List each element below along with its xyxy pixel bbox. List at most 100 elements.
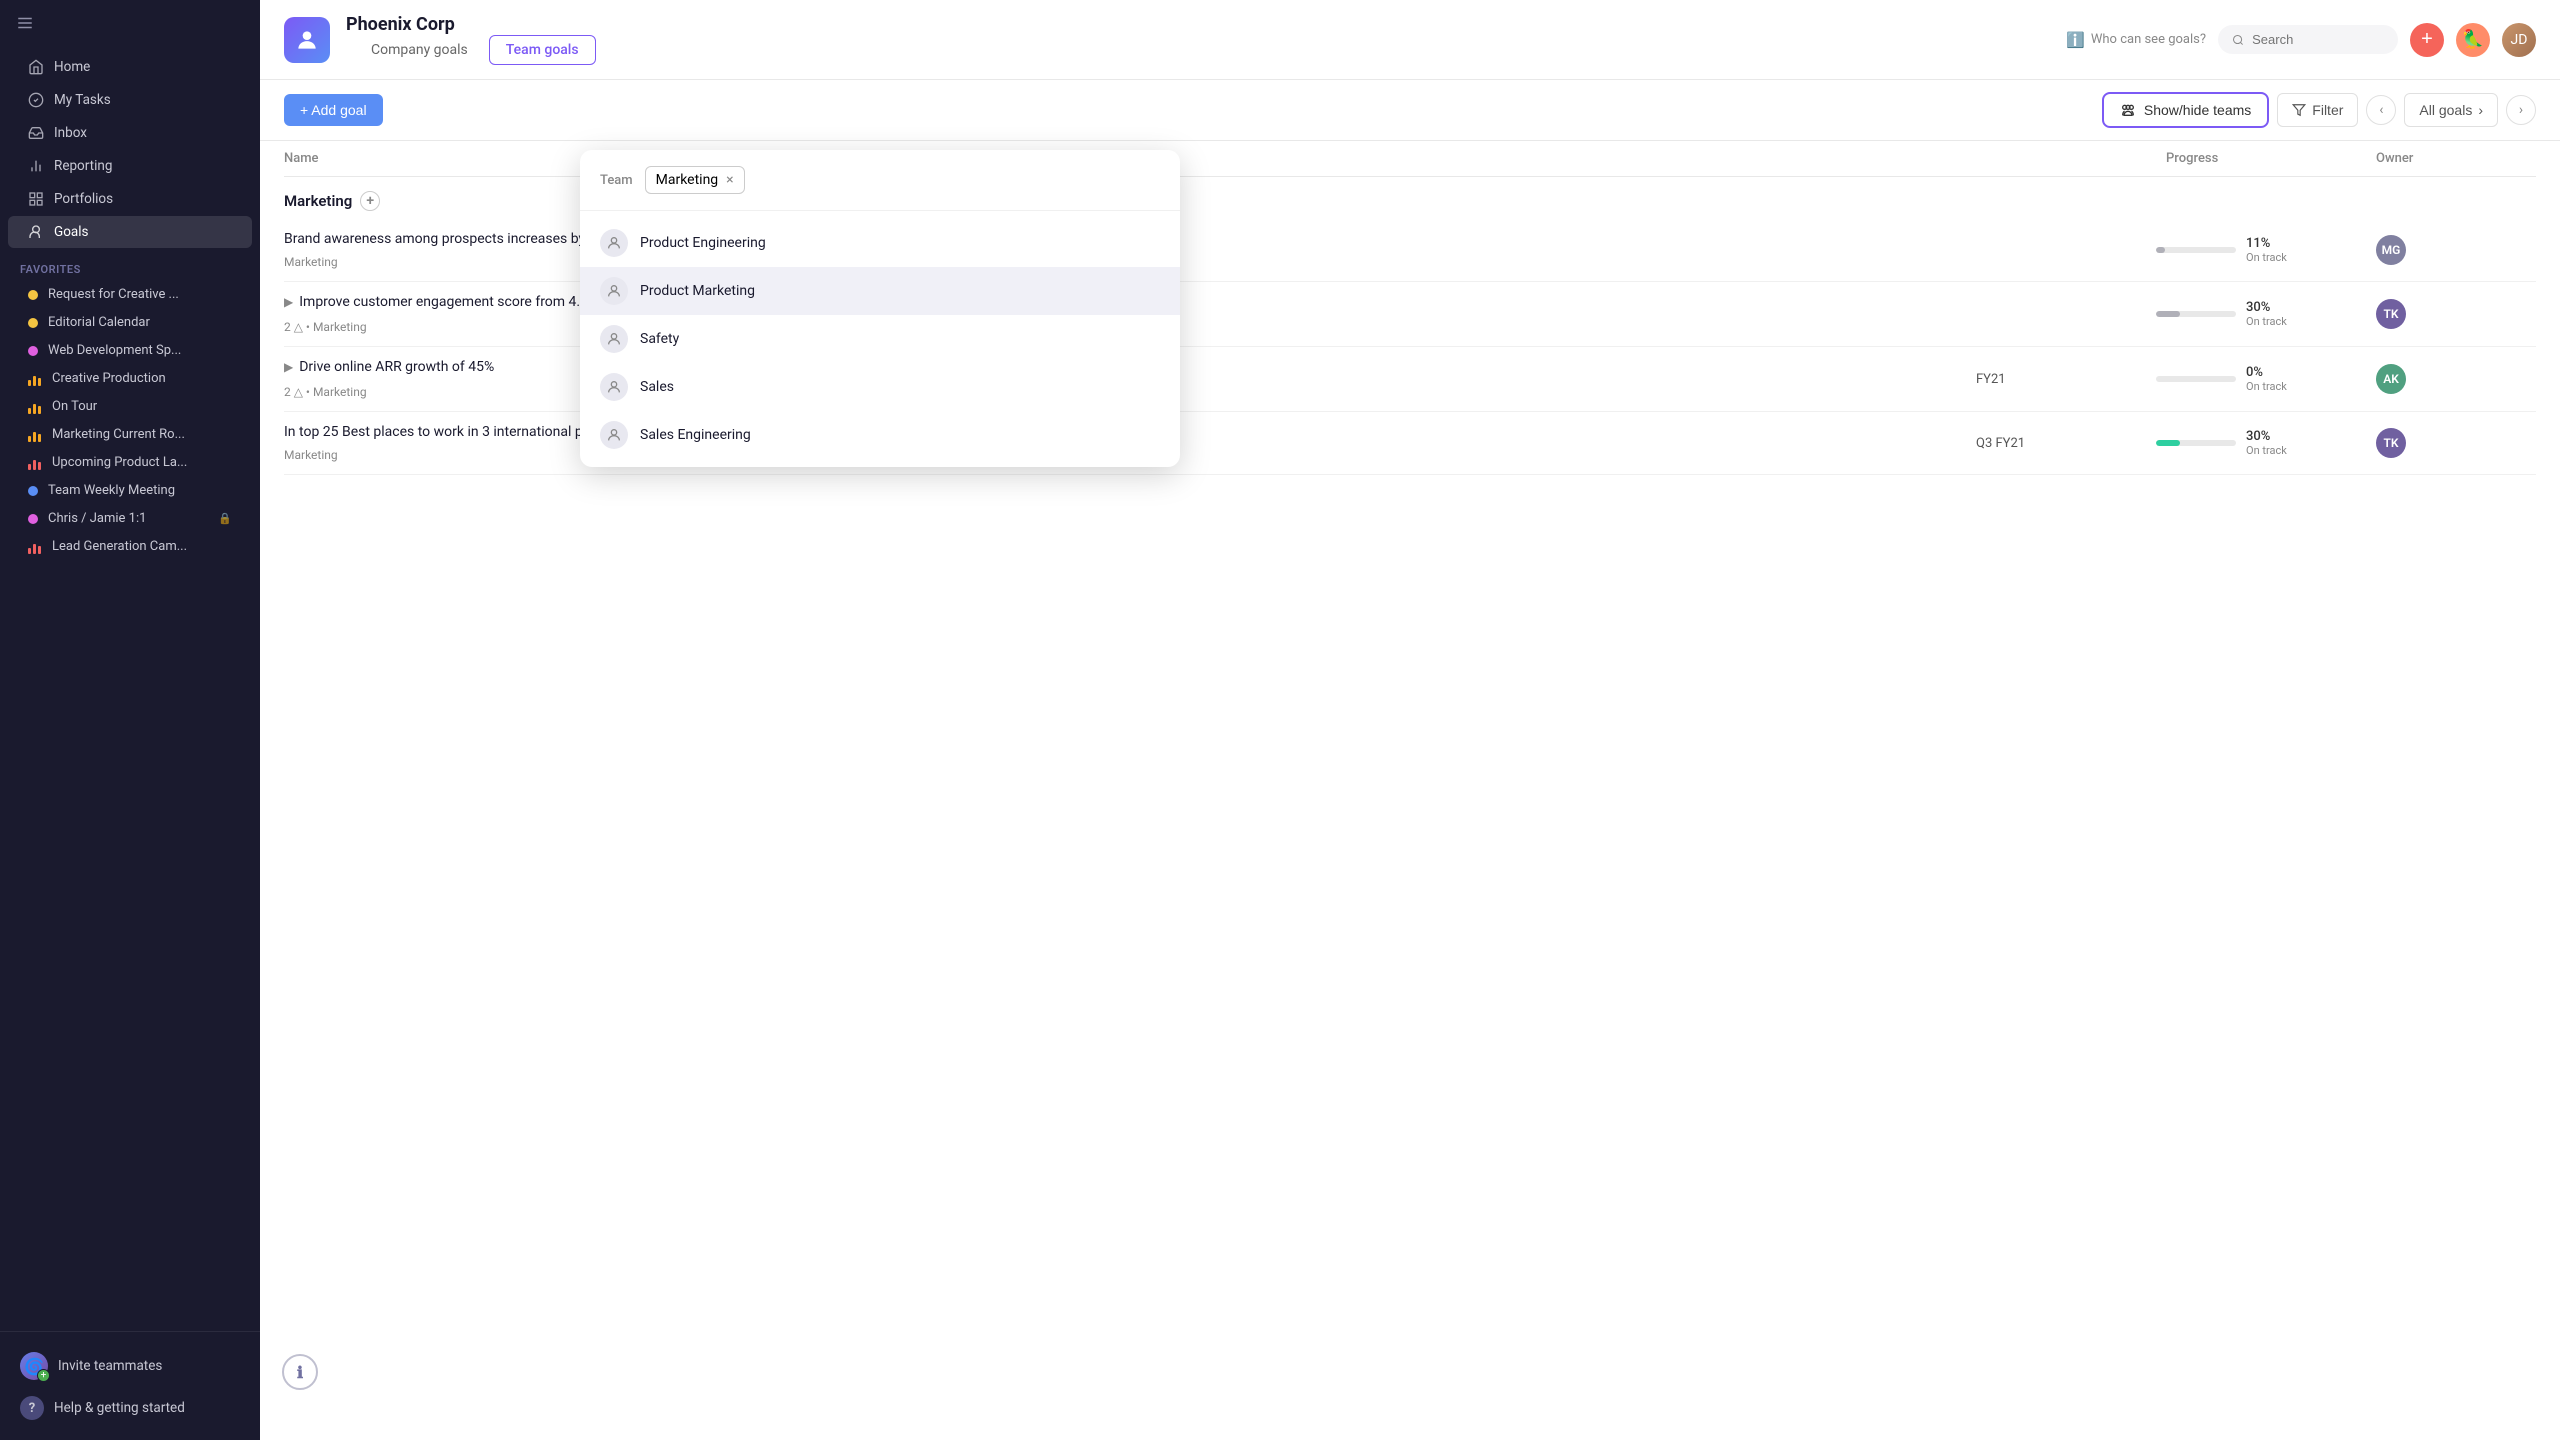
goal-name[interactable]: Brand awareness among prospects increase… [284, 231, 615, 247]
goal-name[interactable]: Drive online ARR growth of 45% [299, 359, 494, 375]
sidebar-item-editorial-calendar[interactable]: Editorial Calendar [8, 309, 252, 336]
dropdown-header: Team Marketing × [580, 150, 1180, 211]
progress-cell: 11% On track [2156, 236, 2376, 264]
search-input[interactable] [2252, 32, 2384, 47]
goal-expand: ▶ Drive online ARR growth of 45% [284, 359, 494, 375]
inbox-icon [28, 125, 44, 141]
sidebar-toggle[interactable] [0, 0, 260, 46]
show-hide-teams-button[interactable]: Show/hide teams [2102, 92, 2269, 128]
progress-cell: 30% On track [2156, 300, 2376, 328]
progress-status: On track [2246, 315, 2287, 328]
chevron-down-icon: › [2478, 102, 2483, 118]
owner-avatar: TK [2376, 299, 2406, 329]
add-button[interactable]: + [2410, 23, 2444, 57]
who-can-see-link[interactable]: ℹ️ Who can see goals? [2066, 31, 2206, 49]
help-button[interactable]: ? Help & getting started [8, 1388, 252, 1428]
invite-teammates-button[interactable]: 🌀 + Invite teammates [8, 1344, 252, 1388]
tab-company-goals[interactable]: Company goals [354, 35, 485, 65]
dot-icon [28, 290, 38, 300]
favorites-list: Request for Creative ... Editorial Calen… [0, 280, 260, 561]
dropdown-item-safety[interactable]: Safety [580, 315, 1180, 363]
owner-avatar: AK [2376, 364, 2406, 394]
favorites-title: Favorites [0, 253, 260, 280]
expand-arrow[interactable]: ▶ [284, 295, 293, 309]
progress-info: 30% On track [2246, 300, 2287, 328]
goal-name[interactable]: Improve customer engagement score from 4… [299, 294, 627, 310]
sidebar-item-marketing-current[interactable]: Marketing Current Ro... [8, 421, 252, 448]
info-icon: ℹ️ [2066, 31, 2085, 49]
progress-bar [2156, 247, 2236, 253]
sidebar-item-team-weekly[interactable]: Team Weekly Meeting [8, 477, 252, 504]
search-box[interactable] [2218, 25, 2398, 54]
header-right: ℹ️ Who can see goals? + 🦜 JD [2066, 23, 2536, 57]
owner-avatar: TK [2376, 428, 2406, 458]
goal-sub: 2 △ • Marketing [284, 385, 367, 399]
dropdown-label: Team [600, 173, 633, 188]
sidebar-item-inbox[interactable]: Inbox [8, 117, 252, 149]
progress-pct: 30% [2246, 429, 2287, 444]
bird-icon[interactable]: 🦜 [2456, 23, 2490, 57]
sidebar-item-chris-jamie[interactable]: Chris / Jamie 1:1 🔒 [8, 505, 252, 532]
info-fab-button[interactable]: ℹ [282, 1354, 318, 1390]
lock-icon: 🔒 [218, 512, 232, 525]
owner-cell: AK [2376, 364, 2536, 394]
dropdown-item-product-engineering[interactable]: Product Engineering [580, 219, 1180, 267]
team-avatar-icon [600, 325, 628, 353]
team-icon [2120, 102, 2136, 118]
avatar[interactable]: JD [2502, 23, 2536, 57]
progress-status: On track [2246, 444, 2287, 457]
dot-icon [28, 346, 38, 356]
dot-icon [28, 514, 38, 524]
sidebar-bottom: 🌀 + Invite teammates ? Help & getting st… [0, 1331, 260, 1440]
add-section-button[interactable]: + [360, 191, 380, 211]
sidebar-item-reporting[interactable]: Reporting [8, 150, 252, 182]
org-name-area: Phoenix Corp Company goals Team goals [346, 14, 596, 65]
dropdown-item-sales-engineering[interactable]: Sales Engineering [580, 411, 1180, 459]
sidebar-item-upcoming-product[interactable]: Upcoming Product La... [8, 449, 252, 476]
goal-sub: Marketing [284, 448, 338, 462]
team-search-input[interactable] [757, 172, 1160, 188]
add-goal-button[interactable]: + Add goal [284, 94, 383, 126]
next-arrow-button[interactable]: › [2506, 95, 2536, 125]
sidebar-nav: Home My Tasks Inbox Reporting Portfolios… [0, 46, 260, 253]
owner-cell: TK [2376, 299, 2536, 329]
progress-bar [2156, 440, 2236, 446]
sidebar-item-portfolios[interactable]: Portfolios [8, 183, 252, 215]
sidebar-item-my-tasks[interactable]: My Tasks [8, 84, 252, 116]
expand-arrow[interactable]: ▶ [284, 360, 293, 374]
progress-status: On track [2246, 380, 2287, 393]
progress-bar [2156, 311, 2236, 317]
prev-arrow-button[interactable]: ‹ [2366, 95, 2396, 125]
progress-cell: 30% On track [2156, 429, 2376, 457]
sidebar-item-on-tour[interactable]: On Tour [8, 393, 252, 420]
progress-fill [2156, 440, 2180, 446]
filter-button[interactable]: Filter [2277, 93, 2358, 127]
all-goals-button[interactable]: All goals › [2404, 93, 2498, 127]
sidebar-item-request-creative[interactable]: Request for Creative ... [8, 281, 252, 308]
progress-cell: 0% On track [2156, 365, 2376, 393]
header-tabs: Company goals Team goals [354, 35, 596, 65]
dropdown-item-product-marketing[interactable]: Product Marketing [580, 267, 1180, 315]
toolbar: + Add goal Show/hide teams Filter ‹ All … [260, 80, 2560, 141]
team-avatar-icon [600, 373, 628, 401]
sidebar-item-home[interactable]: Home [8, 51, 252, 83]
sidebar: Home My Tasks Inbox Reporting Portfolios… [0, 0, 260, 1440]
team-avatar-icon [600, 229, 628, 257]
owner-cell: MG [2376, 235, 2536, 265]
progress-pct: 0% [2246, 365, 2287, 380]
dropdown-item-sales[interactable]: Sales [580, 363, 1180, 411]
tab-team-goals[interactable]: Team goals [489, 35, 596, 65]
sidebar-item-creative-production[interactable]: Creative Production [8, 365, 252, 392]
owner-avatar: MG [2376, 235, 2406, 265]
sidebar-item-lead-generation[interactable]: Lead Generation Cam... [8, 533, 252, 560]
sidebar-item-web-dev[interactable]: Web Development Sp... [8, 337, 252, 364]
team-chip-remove[interactable]: × [726, 172, 733, 188]
toolbar-right: Show/hide teams Filter ‹ All goals › › [2102, 92, 2536, 128]
bar-chart-icon [28, 428, 42, 442]
sidebar-item-goals[interactable]: Goals [8, 216, 252, 248]
bar-chart-icon [28, 400, 42, 414]
progress-info: 11% On track [2246, 236, 2287, 264]
dot-icon [28, 318, 38, 328]
bar-chart-icon [28, 158, 44, 174]
goal-period: Q3 FY21 [1976, 436, 2156, 451]
